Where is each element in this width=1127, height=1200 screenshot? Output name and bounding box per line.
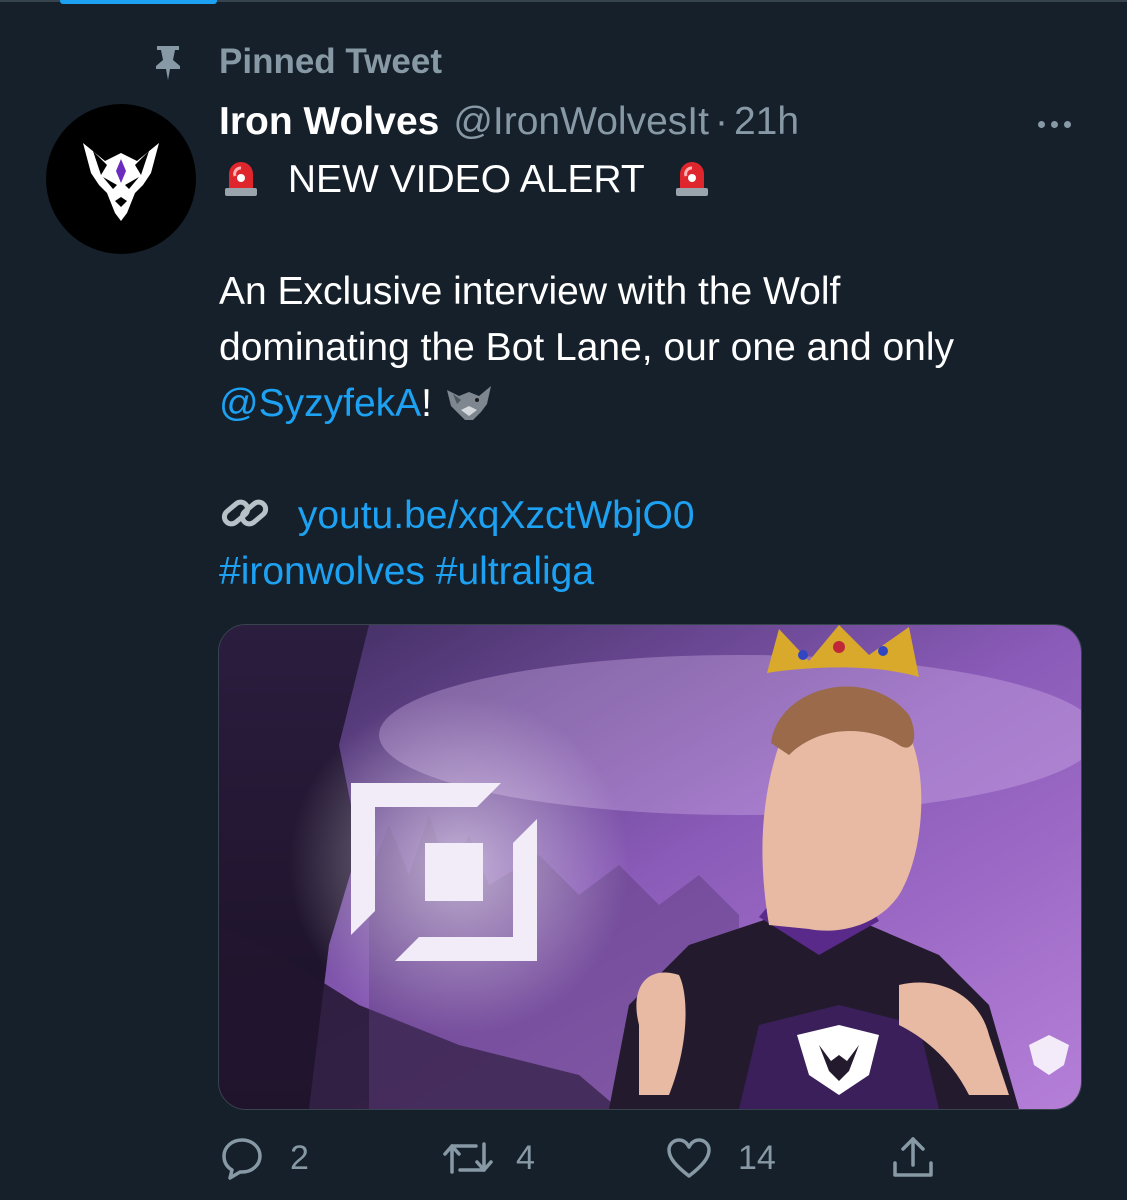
like-count: 14 — [738, 1138, 776, 1177]
hashtag-line: #ironwolves #ultraliga — [219, 544, 1099, 600]
mention-link[interactable]: @SyzyfekA — [219, 382, 421, 425]
police-siren-icon — [225, 162, 257, 196]
more-dot — [1063, 120, 1071, 128]
active-tab-indicator — [60, 0, 217, 4]
tweet-header: Iron Wolves @IronWolvesIt · 21h — [219, 100, 799, 150]
headline-text: NEW VIDEO ALERT — [287, 158, 645, 201]
hashtag-link[interactable]: #ultraliga — [436, 550, 594, 593]
police-siren-icon — [675, 162, 708, 196]
reply-icon — [222, 1138, 262, 1180]
headline-line: NEW VIDEO ALERT — [219, 152, 1099, 208]
mention-suffix: ! — [421, 382, 432, 425]
tweet-actions: 2 4 14 — [220, 1130, 940, 1186]
more-dot — [1037, 120, 1045, 128]
media-thumbnail[interactable] — [218, 624, 1082, 1110]
author-name[interactable]: Iron Wolves — [219, 100, 439, 144]
wolf-icon — [446, 386, 491, 420]
more-dot — [1050, 120, 1058, 128]
retweet-button[interactable]: 4 — [442, 1130, 535, 1186]
url-line: youtu.be/xqXzctWbjO0 — [219, 488, 1099, 544]
mention-line: @SyzyfekA! — [219, 376, 1099, 432]
separator-dot: · — [714, 100, 728, 143]
like-button[interactable]: 14 — [666, 1130, 776, 1186]
share-icon — [893, 1137, 933, 1177]
body-line-2: dominating the Bot Lane, our one and onl… — [219, 326, 955, 369]
more-options-button[interactable] — [1024, 104, 1084, 144]
hashtag-link[interactable]: #ironwolves — [219, 550, 425, 593]
pin-icon — [148, 42, 188, 82]
tweet-screen: Pinned Tweet Iron Wolves @IronWolvesIt ·… — [0, 0, 1127, 1200]
heart-icon — [667, 1138, 711, 1178]
video-thumbnail-image — [219, 625, 1081, 1109]
link-icon — [221, 499, 269, 527]
wolf-logo-icon — [83, 143, 159, 221]
reply-button[interactable]: 2 — [220, 1130, 309, 1186]
tweet-timestamp[interactable]: 21h — [734, 100, 799, 144]
url-link[interactable]: youtu.be/xqXzctWbjO0 — [298, 494, 695, 537]
avatar[interactable] — [46, 104, 196, 254]
share-button[interactable] — [890, 1130, 936, 1186]
retweet-count: 4 — [516, 1138, 535, 1177]
body-line-1: An Exclusive interview with the Wolf — [219, 270, 841, 313]
pinned-indicator: Pinned Tweet — [148, 40, 442, 84]
author-handle[interactable]: @IronWolvesIt — [453, 100, 709, 144]
tweet-text: NEW VIDEO ALERT An Exclusive interview w… — [219, 152, 1099, 600]
retweet-icon — [443, 1142, 493, 1174]
reply-count: 2 — [290, 1138, 309, 1177]
pinned-label: Pinned Tweet — [219, 42, 442, 81]
